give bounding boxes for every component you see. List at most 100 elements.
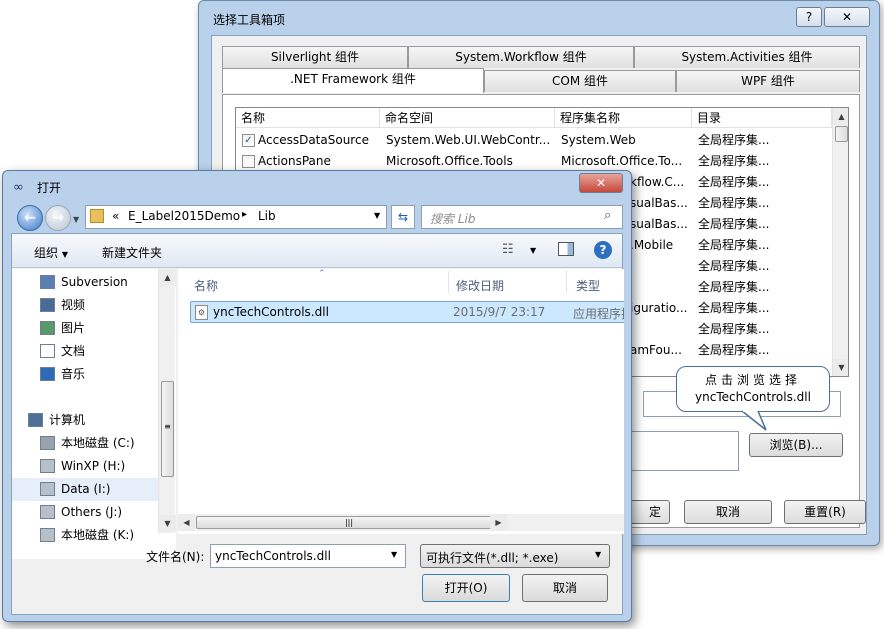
sidebar-item[interactable]: Data (I:) <box>12 478 158 501</box>
refresh-icon[interactable]: ⇆ <box>391 205 415 229</box>
sidebar-item[interactable]: Others (J:) <box>40 501 158 524</box>
table-row[interactable]: ActionsPane Microsoft.Office.Tools Microso… <box>236 151 832 172</box>
sidebar-item-label: Subversion <box>61 275 128 289</box>
hint-line-2: yncTechControls.dll <box>695 390 811 404</box>
cell-directory: 全局程序集... <box>698 259 770 273</box>
cell-assembly: .Mobile <box>630 238 674 252</box>
sidebar-item[interactable]: 视频 <box>40 294 158 317</box>
sidebar-item-label: 本地磁盘 (C:) <box>61 436 135 450</box>
scroll-left-icon[interactable]: ◀ <box>178 514 195 531</box>
sidebar-item[interactable]: 文档 <box>40 340 158 363</box>
back-icon[interactable]: ← <box>17 205 43 231</box>
cell-assembly: Microsoft.Office.To... <box>561 154 683 168</box>
preview-pane-icon[interactable] <box>558 242 574 256</box>
row-checkbox[interactable]: ✓ <box>242 134 255 147</box>
music-icon <box>40 367 55 381</box>
organize-button[interactable]: 组织 ▼ <box>34 244 68 261</box>
row-checkbox[interactable] <box>242 155 255 168</box>
command-bar: 组织 ▼ 新建文件夹 ☷ ▼ ? <box>12 234 622 268</box>
file-row[interactable]: ⚙ yncTechControls.dll 2015/9/7 23:17 应用程… <box>190 301 624 323</box>
table-row[interactable]: ✓ AccessDataSource System.Web.UI.WebContr.… <box>236 130 832 151</box>
scroll-thumb[interactable]: ≡ <box>161 381 174 477</box>
sidebar-item[interactable]: 图片 <box>40 317 158 340</box>
navigation-pane[interactable]: Subversion 视频图片文档音乐计算机本地磁盘 (C:) WinXP (H:)… <box>12 269 176 559</box>
filename-label: 文件名(N): <box>146 550 205 564</box>
forward-icon[interactable]: → <box>45 205 71 231</box>
help-button[interactable]: ? <box>796 7 822 27</box>
dll-file-icon: ⚙ <box>195 305 208 320</box>
sidebar-item-label: 文档 <box>61 344 86 358</box>
help-icon[interactable]: ? <box>594 241 612 259</box>
filename-input[interactable]: yncTechControls.dll ▼ <box>210 544 406 568</box>
sidebar-item-label: 图片 <box>61 321 86 335</box>
reset-button[interactable]: 重置(R) <box>784 500 866 524</box>
cell-directory: 全局程序集... <box>698 217 770 231</box>
file-type-select[interactable]: 可执行文件(*.dll; *.exe) ▼ <box>420 544 610 568</box>
history-dropdown-icon[interactable]: ▼ <box>73 215 79 224</box>
cell-directory: 全局程序集... <box>698 238 770 252</box>
column-header-namespace[interactable]: 命名空间 <box>380 108 555 128</box>
scroll-down-icon[interactable]: ▼ <box>159 515 176 532</box>
cell-directory: 全局程序集... <box>698 343 770 357</box>
file-list-hscrollbar[interactable]: ◀ ||| ▶ <box>178 514 624 531</box>
close-button[interactable]: ✕ <box>824 7 870 27</box>
sidebar-item[interactable]: 本地磁盘 (C:) <box>40 432 158 455</box>
sidebar-item[interactable]: Subversion <box>40 271 158 294</box>
app-icon: ∞ <box>13 180 24 195</box>
sort-ascending-icon: ⌃ <box>318 269 326 279</box>
column-header-name[interactable]: 名称 <box>194 277 218 294</box>
cell-directory: 全局程序集... <box>698 322 770 336</box>
open-button[interactable]: 打开(O) <box>422 574 510 602</box>
scroll-thumb[interactable]: ||| <box>196 516 502 529</box>
drive-icon <box>40 505 55 519</box>
organize-dropdown-icon: ▼ <box>61 250 68 259</box>
cancel-button[interactable]: 取消 <box>684 500 772 524</box>
file-list[interactable]: 名称 ⌃ 修改日期 类型 ⚙ yncTechControls.dll 2015/… <box>178 269 624 534</box>
breadcrumb-chevrons[interactable]: « <box>112 209 119 223</box>
new-folder-button[interactable]: 新建文件夹 <box>102 244 162 261</box>
close-button[interactable]: ✕ <box>579 173 623 193</box>
cell-assembly: sualBas... <box>630 196 688 210</box>
cell-namespace: System.Web.UI.WebContr... <box>386 133 551 147</box>
tab-com[interactable]: COM 组件 <box>484 70 676 92</box>
scroll-down-icon[interactable]: ▼ <box>833 359 848 376</box>
browse-button[interactable]: 浏览(B)... <box>749 433 843 457</box>
sidebar-item-label: 本地磁盘 (K:) <box>61 528 135 542</box>
scroll-up-icon[interactable]: ▲ <box>833 108 848 125</box>
scroll-right-icon[interactable]: ▶ <box>490 514 507 531</box>
nav-scrollbar[interactable]: ▲ ≡ ▼ <box>158 269 176 533</box>
sidebar-item[interactable]: 音乐 <box>40 363 158 386</box>
scroll-up-icon[interactable]: ▲ <box>159 269 176 286</box>
column-header-directory[interactable]: 目录 <box>692 108 832 128</box>
cancel-button[interactable]: 取消 <box>522 574 608 602</box>
file-type: 应用程序扩展 <box>573 307 624 321</box>
sidebar-item-label: 计算机 <box>49 413 86 427</box>
tab-silverlight[interactable]: Silverlight 组件 <box>222 46 408 68</box>
cell-assembly: amFou... <box>630 343 682 357</box>
address-dropdown-icon[interactable]: ▼ <box>374 211 380 220</box>
column-header-name[interactable]: 名称 <box>236 108 380 128</box>
column-header-assembly[interactable]: 程序集名称 <box>555 108 692 128</box>
view-dropdown-icon[interactable]: ▼ <box>530 246 536 255</box>
filename-dropdown-icon[interactable]: ▼ <box>391 550 397 559</box>
cell-directory: 全局程序集... <box>698 154 770 168</box>
scroll-thumb[interactable] <box>835 126 848 142</box>
column-header-type[interactable]: 类型 <box>576 277 600 294</box>
breadcrumb-lib[interactable]: Lib <box>258 209 276 223</box>
breadcrumb-folder[interactable]: E_Label2015Demo <box>128 209 240 223</box>
sidebar-item[interactable]: 计算机 <box>28 409 158 432</box>
search-box[interactable]: 搜索 Lib ⌕ <box>421 205 623 229</box>
view-options-icon[interactable]: ☷ <box>502 242 514 257</box>
column-header-date[interactable]: 修改日期 <box>456 277 504 294</box>
sidebar-item[interactable]: WinXP (H:) <box>40 455 158 478</box>
sidebar-item[interactable]: 本地磁盘 (K:) <box>40 524 158 547</box>
grid-scrollbar[interactable]: ▲ ▼ <box>832 108 848 376</box>
tab-wpf[interactable]: WPF 组件 <box>676 70 860 92</box>
breadcrumb-separator[interactable]: ▸ <box>242 209 247 220</box>
address-bar[interactable]: « E_Label2015Demo ▸ Lib ▼ <box>85 205 387 229</box>
tab-system-workflow[interactable]: System.Workflow 组件 <box>408 46 634 68</box>
open-file-dialog: ∞ 打开 ✕ ← → ▼ « E_Label2015Demo ▸ Lib ▼ ⇆… <box>2 170 632 622</box>
search-icon[interactable]: ⌕ <box>604 208 611 223</box>
tab-dotnet-framework[interactable]: .NET Framework 组件 <box>222 68 484 93</box>
tab-system-activities[interactable]: System.Activities 组件 <box>634 46 860 68</box>
